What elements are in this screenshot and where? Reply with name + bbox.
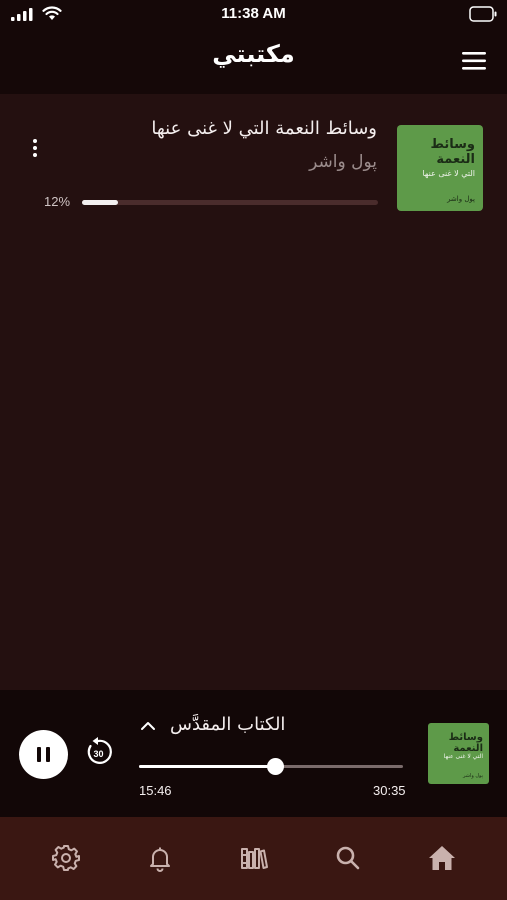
library-icon xyxy=(241,848,268,869)
tab-notifications[interactable] xyxy=(145,843,175,873)
now-playing-title[interactable]: الكتاب المقدَّس xyxy=(170,714,285,735)
tab-settings[interactable] xyxy=(51,843,81,873)
time-total: 30:35 xyxy=(373,783,406,798)
cover-author: پول واشر xyxy=(447,195,475,203)
book-author: پول واشر xyxy=(309,152,377,172)
cover-subtitle: التي لا غنى عنها xyxy=(422,169,475,178)
gear-icon xyxy=(52,845,80,871)
progress-percent: 12% xyxy=(44,194,71,209)
scrubber-fill xyxy=(139,765,275,768)
pause-icon-bar xyxy=(46,747,50,762)
progress-fill xyxy=(82,200,118,205)
tab-bar xyxy=(0,817,507,900)
bell-icon xyxy=(150,847,170,872)
home-icon xyxy=(429,846,455,870)
progress-bar xyxy=(82,200,378,205)
status-time: 11:38 AM xyxy=(221,5,286,22)
now-playing-bar: 30 الكتاب المقدَّس وسائط النعمة التي لا … xyxy=(0,690,507,817)
book-title[interactable]: وسائط النعمة التي لا غنى عنها xyxy=(151,118,377,139)
list-item[interactable]: وسائط النعمة التي لا غنى عنها پول واشر و… xyxy=(0,94,507,224)
search-icon xyxy=(336,846,360,870)
app-header: مكتبتي xyxy=(0,30,507,94)
cover-subtitle: التي لا غنى عنها xyxy=(443,753,483,760)
chevron-up-icon[interactable] xyxy=(139,719,157,733)
more-options-icon[interactable] xyxy=(28,138,42,158)
battery-icon xyxy=(469,6,497,22)
page-title: مكتبتي xyxy=(212,40,295,68)
now-playing-cover[interactable]: وسائط النعمة التي لا غنى عنها پول واشر xyxy=(428,723,489,784)
pause-button[interactable] xyxy=(19,730,68,779)
scrubber-thumb[interactable] xyxy=(266,758,284,775)
pause-icon xyxy=(37,747,41,762)
library-list: وسائط النعمة التي لا غنى عنها پول واشر و… xyxy=(0,94,507,224)
tab-library[interactable] xyxy=(239,843,269,873)
book-cover[interactable]: وسائط النعمة التي لا غنى عنها پول واشر xyxy=(397,125,483,211)
rewind-seconds: 30 xyxy=(93,749,103,759)
tab-home[interactable] xyxy=(427,843,457,873)
playback-scrubber[interactable] xyxy=(139,758,403,775)
rewind-30-icon[interactable]: 30 xyxy=(82,736,114,768)
hamburger-menu-icon[interactable] xyxy=(461,50,487,72)
cover-author: پول واشر xyxy=(463,773,483,779)
tab-search[interactable] xyxy=(333,843,363,873)
cover-title: وسائط النعمة xyxy=(430,137,475,167)
cover-title: وسائط النعمة xyxy=(448,732,483,754)
time-elapsed: 15:46 xyxy=(139,783,172,798)
status-bar: 11:38 AM xyxy=(0,0,507,30)
